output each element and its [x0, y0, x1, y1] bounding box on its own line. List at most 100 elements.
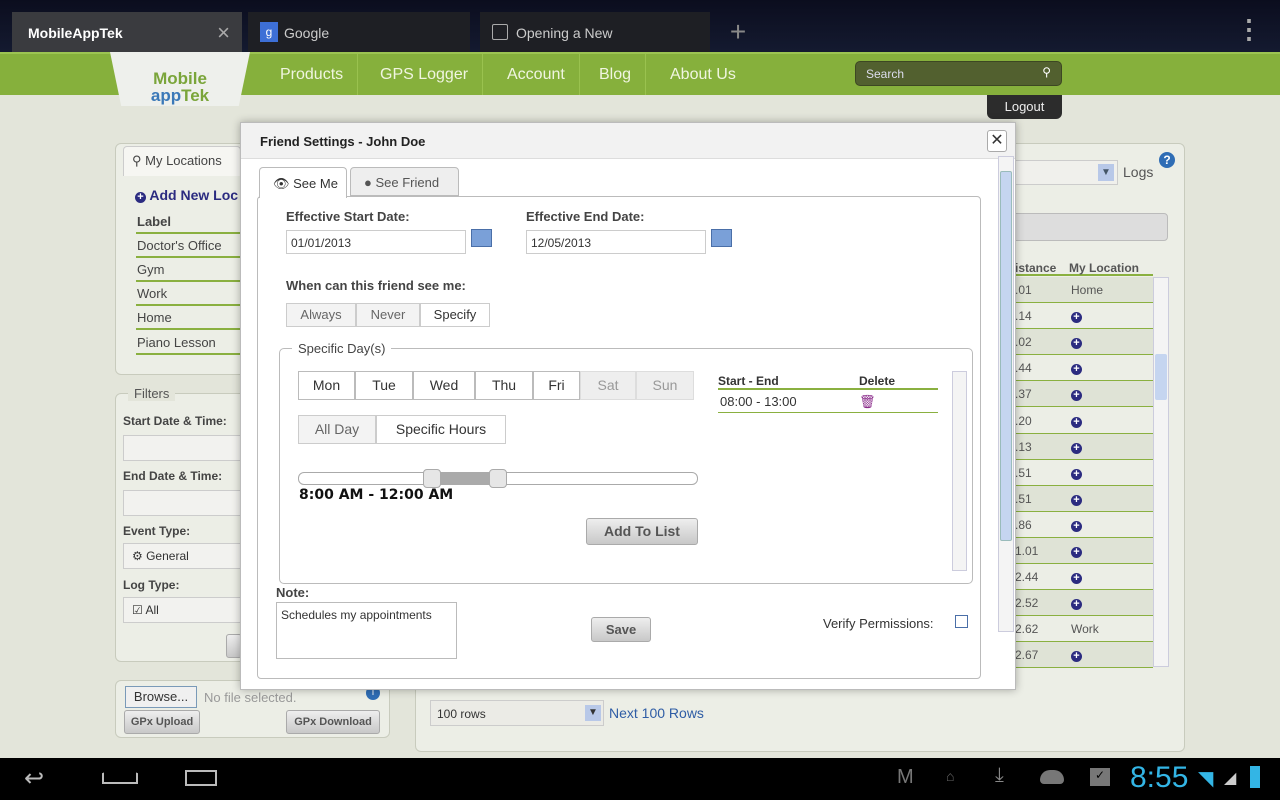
end-date-input[interactable] — [123, 490, 243, 516]
end-date-input[interactable]: 12/05/2013 — [526, 230, 706, 254]
android-icon[interactable] — [1040, 770, 1064, 784]
table-row[interactable]: .37 + — [1015, 381, 1153, 408]
location-cell[interactable]: + — [1071, 564, 1082, 590]
plus-circle-icon[interactable]: + — [1071, 442, 1082, 454]
table-row[interactable]: 1.01 + — [1015, 538, 1153, 564]
plus-circle-icon[interactable]: + — [1071, 599, 1082, 611]
table-row[interactable]: .86 + — [1015, 511, 1153, 538]
plus-circle-icon[interactable]: + — [1071, 390, 1082, 402]
verify-checkbox[interactable] — [955, 615, 968, 628]
location-item[interactable]: Gym — [136, 258, 240, 282]
plus-circle-icon[interactable]: + — [1071, 573, 1082, 585]
menu-icon[interactable]: ⋮ — [1236, 14, 1262, 45]
table-row[interactable]: .44 + — [1015, 355, 1153, 382]
hours-slider[interactable] — [298, 469, 698, 488]
logout-button[interactable]: Logout — [987, 95, 1062, 119]
location-cell[interactable]: + — [1071, 303, 1082, 329]
location-item[interactable]: Work — [136, 282, 240, 306]
search-icon[interactable]: ⚲ — [1042, 65, 1051, 79]
table-row[interactable]: .20 + — [1015, 407, 1153, 434]
recent-apps-icon[interactable] — [185, 770, 217, 786]
table-row[interactable]: .01 Home — [1015, 277, 1153, 303]
calendar-icon[interactable] — [711, 229, 732, 247]
nav-gps-logger[interactable]: GPS Logger — [366, 54, 484, 95]
plus-circle-icon[interactable]: + — [1071, 312, 1082, 324]
table-row[interactable]: 2.62 Work — [1015, 616, 1153, 643]
location-cell[interactable]: + — [1071, 538, 1082, 564]
when-always[interactable]: Always — [286, 303, 356, 327]
home-icon[interactable] — [102, 766, 138, 784]
table-scrollbar[interactable] — [1153, 277, 1169, 667]
when-never[interactable]: Never — [356, 303, 420, 327]
location-cell[interactable]: + — [1071, 381, 1082, 407]
table-row[interactable]: .51 + — [1015, 459, 1153, 486]
scrollbar-thumb[interactable] — [1000, 171, 1012, 541]
gpx-download-button[interactable]: GPx Download — [286, 710, 380, 734]
day-fri-button[interactable]: Fri — [533, 371, 580, 400]
day-thu-button[interactable]: Thu — [475, 371, 533, 400]
day-tue-button[interactable]: Tue — [355, 371, 413, 400]
day-mon-button[interactable]: Mon — [298, 371, 355, 400]
browser-tab-google[interactable]: g Google — [248, 12, 470, 52]
nav-account[interactable]: Account — [493, 54, 580, 95]
table-row[interactable]: 2.52 + — [1015, 590, 1153, 617]
plus-circle-icon[interactable]: + — [1071, 547, 1082, 558]
nav-blog[interactable]: Blog — [585, 54, 647, 95]
start-date-input[interactable]: 01/01/2013 — [286, 230, 466, 254]
back-icon[interactable]: ↩ — [24, 764, 44, 793]
day-wed-button[interactable]: Wed — [413, 371, 475, 400]
rows-per-page-select[interactable]: 100 rows ▼ — [430, 700, 604, 726]
start-date-input[interactable] — [123, 435, 243, 461]
slider-end-handle[interactable] — [489, 469, 507, 488]
location-item[interactable]: Doctor's Office — [136, 234, 240, 258]
close-tab-icon[interactable]: × — [217, 12, 230, 54]
plus-circle-icon[interactable]: + — [1071, 520, 1082, 532]
location-cell[interactable]: + — [1071, 460, 1082, 486]
location-cell[interactable]: + — [1071, 434, 1082, 460]
new-tab-button[interactable]: + — [718, 12, 758, 52]
table-row[interactable]: 2.67 + — [1015, 642, 1153, 669]
event-type-select[interactable]: ⚙ General — [123, 543, 243, 569]
gmail-icon[interactable]: M — [897, 766, 914, 789]
location-item[interactable]: Home — [136, 306, 240, 330]
specific-hours-button[interactable]: Specific Hours — [376, 415, 506, 444]
day-sun-button[interactable]: Sun — [636, 371, 694, 400]
table-row[interactable]: .02 + — [1015, 329, 1153, 356]
hours-list-scrollbar[interactable] — [952, 371, 967, 571]
tab-see-friend[interactable]: ● See Friend — [350, 167, 459, 196]
day-sat-button[interactable]: Sat — [580, 371, 636, 400]
search-input[interactable]: Search ⚲ — [855, 61, 1062, 86]
site-logo[interactable]: Mobile appTek — [110, 52, 250, 106]
table-row[interactable]: .51 + — [1015, 485, 1153, 512]
nav-products[interactable]: Products — [266, 54, 359, 95]
dialog-scrollbar[interactable] — [998, 156, 1014, 632]
note-textarea[interactable]: Schedules my appointments — [276, 602, 457, 659]
when-specify[interactable]: Specify — [420, 303, 490, 327]
nav-about-us[interactable]: About Us — [656, 54, 750, 95]
gpx-upload-button[interactable]: GPx Upload — [124, 710, 200, 734]
plus-circle-icon[interactable]: + — [1071, 416, 1082, 428]
table-row[interactable]: .14 + — [1015, 303, 1153, 330]
plus-circle-icon[interactable]: + — [1071, 338, 1082, 350]
location-cell[interactable]: + — [1071, 590, 1082, 616]
logs-select[interactable]: ▼ — [1010, 160, 1118, 185]
next-rows-link[interactable]: Next 100 Rows — [609, 705, 704, 721]
close-dialog-button[interactable]: ✕ — [987, 130, 1007, 152]
table-row[interactable]: 2.44 + — [1015, 564, 1153, 591]
log-type-select[interactable]: ☑ All — [123, 597, 243, 623]
browse-button[interactable]: Browse... — [125, 686, 197, 708]
add-to-list-button[interactable]: Add To List — [586, 518, 698, 545]
plus-circle-icon[interactable]: + — [1071, 364, 1082, 376]
plus-circle-icon[interactable]: + — [1071, 651, 1082, 663]
location-cell[interactable]: + — [1071, 486, 1082, 512]
all-day-button[interactable]: All Day — [298, 415, 376, 444]
plus-circle-icon[interactable]: + — [1071, 468, 1082, 480]
tab-my-locations[interactable]: ⚲ My Locations — [123, 146, 241, 176]
browser-tab-opening[interactable]: Opening a New — [480, 12, 710, 52]
browser-tab-mobileapptek[interactable]: MobileAppTek × — [12, 12, 242, 52]
location-item[interactable]: Piano Lesson — [136, 331, 240, 355]
location-cell[interactable]: + — [1071, 512, 1082, 538]
notification-icon[interactable]: ⌂ — [946, 768, 954, 784]
location-cell[interactable]: + — [1071, 329, 1082, 355]
trash-icon[interactable]: 🗑 — [859, 392, 876, 412]
